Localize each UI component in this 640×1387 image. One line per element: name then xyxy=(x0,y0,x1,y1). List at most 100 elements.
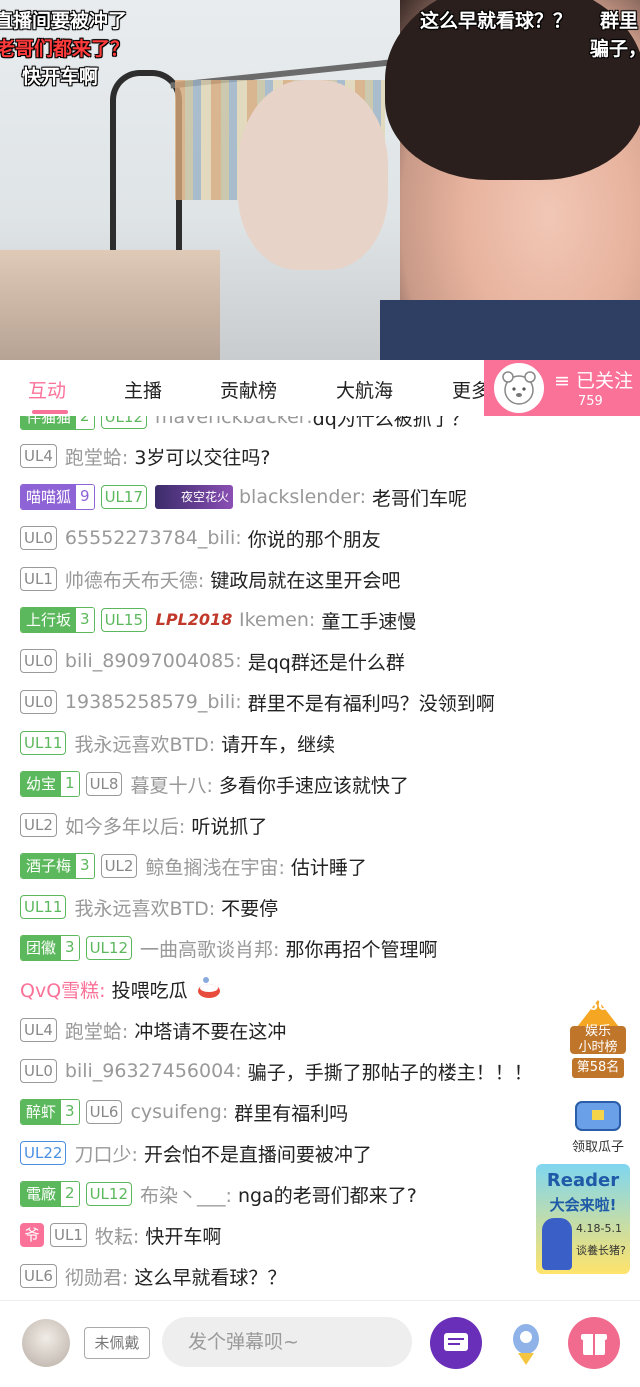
chat-username[interactable]: maverickbacker: xyxy=(155,416,313,428)
tab-interaction[interactable]: 互动 xyxy=(28,376,66,403)
chat-username[interactable]: QvQ雪糕: xyxy=(20,976,106,1003)
promo-banner[interactable]: Reader 大会来啦! 4.18-5.1 谈養长猪? xyxy=(536,1164,630,1274)
promo-date: 4.18-5.1 xyxy=(576,1222,622,1235)
chat-username[interactable]: bili_89097004085: xyxy=(65,650,242,672)
chat-username[interactable]: 一曲高歌谈肖邦: xyxy=(140,935,279,962)
chat-text: 请开车，继续 xyxy=(221,733,336,756)
chat-text: 开会怕不是直播间要被冲了 xyxy=(143,1143,372,1166)
chat-message: UL6 彻勋君: 这么早就看球？？ xyxy=(20,1261,286,1291)
chat-message: UL0 bili_89097004085: 是qq群还是什么群 xyxy=(20,646,405,676)
chat-username[interactable]: blackslender: xyxy=(239,486,366,508)
chat-username[interactable]: 我永远喜欢BTD: xyxy=(74,894,215,921)
rank-badge: 60 xyxy=(588,998,608,1014)
chat-text: 键政局就在这里开会吧 xyxy=(210,569,401,592)
user-level-badge: UL0 xyxy=(20,526,57,550)
gift-button[interactable] xyxy=(568,1317,620,1369)
user-level-badge: UL12 xyxy=(85,936,132,960)
fan-medal[interactable]: 幼宝 1 xyxy=(20,771,80,797)
chat-username[interactable]: 帅德布夭布夭德: xyxy=(65,566,204,593)
danmu-settings-button[interactable] xyxy=(430,1317,482,1369)
fan-medal[interactable]: 電廠 2 xyxy=(20,1181,80,1207)
video-streamer-hand xyxy=(238,80,388,270)
chat-username[interactable]: 跑堂蛤: xyxy=(65,1017,128,1044)
chat-username[interactable]: 暮夏十八: xyxy=(130,771,212,798)
user-level-badge: UL8 xyxy=(85,772,123,796)
user-level-badge: UL17 xyxy=(100,485,147,509)
danmu-comment: 老哥们都来了？ xyxy=(0,38,130,60)
chat-message: UL1 帅德布夭布夭德: 键政局就在这里开会吧 xyxy=(20,564,400,594)
danmu-input[interactable]: 发个弹幕呗~ xyxy=(162,1317,412,1367)
chat-text: dq为什么被抓了？ xyxy=(312,416,470,430)
chat-text: 估计睡了 xyxy=(290,856,367,879)
live-video[interactable]: 直播间要被冲了 老哥们都来了？ 快开车啊 这么早就看球？？ 群里 骗子， xyxy=(0,0,640,360)
chat-message: UL4 跑堂蛤: 3岁可以交往吗? xyxy=(20,441,271,471)
user-level-badge: UL2 xyxy=(20,813,57,837)
chat-message: UL0 bili_96327456004: 骗子，手撕了那帖子的楼主！！！ xyxy=(20,1056,533,1086)
chat-username[interactable]: 布染丶___: xyxy=(140,1181,232,1208)
chat-message: 喵喵狐 9 UL17 夜空花火 blackslender: 老哥们车呢 xyxy=(20,482,467,512)
tab-contribution[interactable]: 贡献榜 xyxy=(220,376,277,403)
fan-medal[interactable]: 伴猫猫 2 xyxy=(20,416,95,430)
chat-username[interactable]: 65552273784_bili: xyxy=(65,527,242,549)
gift-icon xyxy=(581,1334,607,1355)
tab-guard[interactable]: 大航海 xyxy=(336,376,393,403)
chat-username[interactable]: cysuifeng: xyxy=(130,1101,228,1123)
chat-username[interactable]: 跑堂蛤: xyxy=(65,443,128,470)
chat-username[interactable]: bili_96327456004: xyxy=(65,1060,242,1082)
chat-username[interactable]: 我永远喜欢BTD: xyxy=(74,730,215,757)
anchor-avatar[interactable] xyxy=(494,363,544,413)
chat-message: UL0 19385258579_bili: 群里不是有福利吗？没领到啊 xyxy=(20,687,495,717)
user-level-badge: UL0 xyxy=(20,1059,57,1083)
fan-medal[interactable]: 喵喵狐 9 xyxy=(20,484,95,510)
video-streamer-shirt xyxy=(380,300,640,360)
wear-medal-button[interactable]: 未佩戴 xyxy=(84,1327,150,1359)
melon-gift-icon xyxy=(196,975,222,1004)
user-level-badge: UL12 xyxy=(85,1182,132,1206)
fan-medal[interactable]: 团徽 3 xyxy=(20,935,80,961)
chat-username[interactable]: 如今多年以后: xyxy=(65,812,185,839)
user-level-badge: UL2 xyxy=(100,854,138,878)
hourly-rank-widget[interactable]: 60 娱乐 小时榜 第58名 xyxy=(566,996,630,1086)
user-level-badge: UL11 xyxy=(20,731,67,755)
rocket-icon xyxy=(513,1324,539,1365)
bottom-bar: 未佩戴 发个弹幕呗~ xyxy=(0,1300,640,1387)
chat-text: 那你再招个管理啊 xyxy=(285,938,438,961)
chat-text: 3岁可以交往吗? xyxy=(134,446,271,469)
user-level-badge: UL12 xyxy=(100,416,147,429)
user-level-badge: UL4 xyxy=(20,1018,57,1042)
vip-icon: 爷 xyxy=(20,1223,44,1247)
danmu-comment: 直播间要被冲了 xyxy=(0,10,128,32)
chat-username[interactable]: Ikemen: xyxy=(239,609,315,631)
chat-text: 不要停 xyxy=(221,897,279,920)
chat-username[interactable]: 彻勋君: xyxy=(65,1263,128,1290)
bear-icon xyxy=(502,371,536,405)
fan-medal[interactable]: 酒子梅 3 xyxy=(20,853,95,879)
user-level-badge: UL1 xyxy=(50,1223,87,1247)
claim-seeds-widget[interactable]: 领取瓜子 xyxy=(566,1094,630,1156)
fan-medal[interactable]: 上行坂 3 xyxy=(20,607,95,633)
user-level-badge: UL4 xyxy=(20,444,57,468)
chat-text: 快开车啊 xyxy=(145,1225,222,1248)
chat-username[interactable]: 刀口少: xyxy=(74,1140,137,1167)
user-level-badge: UL0 xyxy=(20,690,57,714)
rocket-button[interactable] xyxy=(500,1317,552,1369)
chat-message: 電廠 2 UL12 布染丶___: nga的老哥们都来了? xyxy=(20,1179,417,1209)
rank-title-line2: 小时榜 xyxy=(578,1040,618,1055)
user-level-badge: UL6 xyxy=(20,1264,57,1288)
follow-button[interactable]: ≡ 已关注 759 xyxy=(484,360,640,416)
rank-position: 第58名 xyxy=(572,1058,624,1078)
chat-username[interactable]: 19385258579_bili: xyxy=(65,691,242,713)
chat-message: QvQ雪糕: 投喂吃瓜 xyxy=(20,974,222,1004)
treasure-chest-icon xyxy=(575,1101,621,1131)
follower-count: 759 xyxy=(578,394,603,409)
chat-username[interactable]: 鲸鱼搁浅在宇宙: xyxy=(145,853,284,880)
chat-username[interactable]: 牧耘: xyxy=(95,1222,139,1249)
user-avatar[interactable] xyxy=(22,1319,70,1367)
chat-message: 幼宝 1 UL8 暮夏十八: 多看你手速应该就快了 xyxy=(20,769,409,799)
chat-message: 醉虾 3 UL6 cysuifeng: 群里有福利吗 xyxy=(20,1097,348,1127)
danmu-comment: 群里 xyxy=(600,10,639,32)
tab-anchor[interactable]: 主播 xyxy=(124,376,162,403)
promo-cta: 谈養长猪? xyxy=(576,1244,626,1257)
fan-medal[interactable]: 醉虾 3 xyxy=(20,1099,80,1125)
chat-text: 群里有福利吗 xyxy=(234,1102,349,1125)
